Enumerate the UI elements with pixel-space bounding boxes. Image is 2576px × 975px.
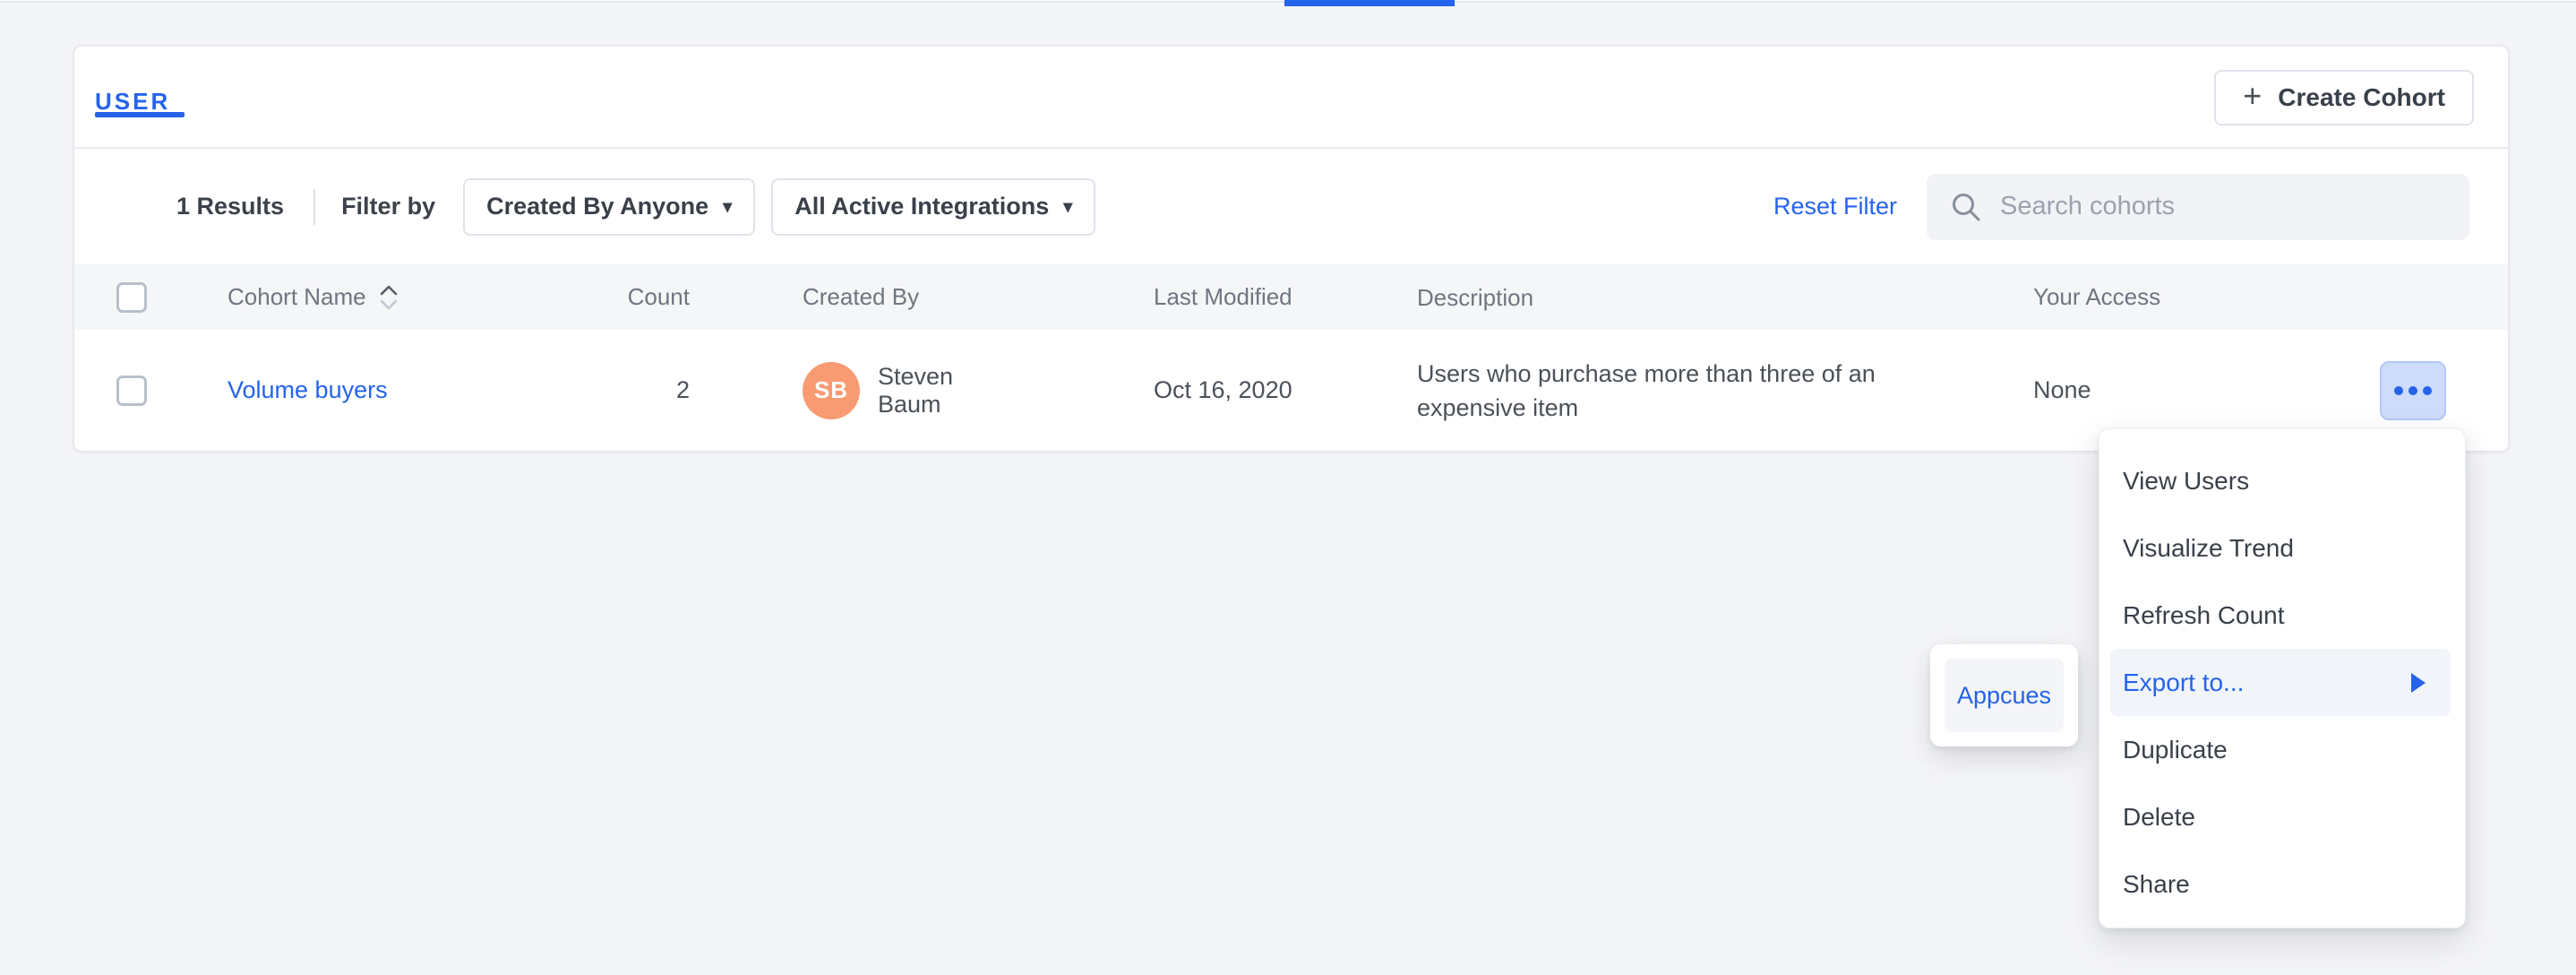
search-box[interactable] [1927, 174, 2469, 240]
submenu-arrow-icon [2411, 673, 2426, 693]
tab-user-label: USER [95, 88, 170, 115]
header-description: Description [1328, 280, 1946, 315]
created-by-name: Steven Baum [878, 363, 979, 418]
create-cohort-label: Create Cohort [2278, 83, 2445, 112]
tab-user[interactable]: USER [95, 88, 170, 116]
panel-tab-bar: USER + Create Cohort [74, 47, 2508, 149]
chevron-down-icon: ▾ [723, 195, 732, 218]
reset-filter-link[interactable]: Reset Filter [1773, 193, 1897, 220]
created-by-dropdown-label: Created By Anyone [486, 193, 708, 220]
row-actions-button[interactable] [2380, 361, 2446, 420]
menu-item-export-to-label: Export to... [2123, 669, 2244, 697]
table-header-row: Cohort Name Count Created By Last Modifi… [74, 264, 2508, 330]
search-icon [1950, 191, 1982, 223]
header-cohort-name[interactable]: Cohort Name [228, 281, 540, 314]
row-context-menu: View Users Visualize Trend Refresh Count… [2099, 428, 2466, 928]
tab-user-underline [95, 112, 185, 117]
integrations-dropdown-label: All Active Integrations [794, 193, 1049, 220]
header-your-access: Your Access [1946, 283, 2508, 311]
last-modified-date: Oct 16, 2020 [979, 376, 1328, 404]
cohort-count: 2 [540, 376, 690, 404]
cohorts-panel: USER + Create Cohort 1 Results Filter by… [73, 45, 2510, 453]
filter-by-label: Filter by [341, 193, 435, 220]
search-input[interactable] [2000, 192, 2446, 221]
sort-icon [377, 281, 400, 314]
cohort-name-link[interactable]: Volume buyers [228, 376, 388, 403]
integrations-dropdown[interactable]: All Active Integrations ▾ [771, 178, 1095, 236]
menu-item-share[interactable]: Share [2110, 850, 2451, 918]
plus-icon: + [2243, 80, 2262, 112]
menu-item-view-users[interactable]: View Users [2110, 447, 2451, 514]
menu-item-visualize-trend[interactable]: Visualize Trend [2110, 514, 2451, 582]
ellipsis-icon [2409, 386, 2417, 395]
row-checkbox[interactable] [116, 375, 147, 406]
filter-divider [313, 189, 315, 225]
results-count: 1 Results [176, 193, 284, 220]
active-tab-indicator [1284, 0, 1455, 6]
header-created-by: Created By [690, 283, 979, 311]
export-submenu: Appcues [1930, 644, 2078, 746]
submenu-item-appcues[interactable]: Appcues [1945, 659, 2064, 732]
menu-item-export-to[interactable]: Export to... [2110, 649, 2451, 716]
menu-item-duplicate[interactable]: Duplicate [2110, 716, 2451, 783]
avatar: SB [803, 362, 860, 419]
header-count: Count [540, 283, 690, 311]
ellipsis-icon [2423, 386, 2432, 395]
menu-item-refresh-count[interactable]: Refresh Count [2110, 582, 2451, 649]
ellipsis-icon [2394, 386, 2403, 395]
cohort-description: Users who purchase more than three of an… [1328, 357, 1946, 425]
header-last-modified: Last Modified [979, 283, 1328, 311]
filter-bar: 1 Results Filter by Created By Anyone ▾ … [74, 149, 2508, 264]
menu-item-delete[interactable]: Delete [2110, 783, 2451, 850]
select-all-checkbox[interactable] [116, 282, 147, 313]
chevron-down-icon: ▾ [1063, 195, 1072, 218]
created-by-dropdown[interactable]: Created By Anyone ▾ [463, 178, 755, 236]
create-cohort-button[interactable]: + Create Cohort [2214, 70, 2474, 125]
